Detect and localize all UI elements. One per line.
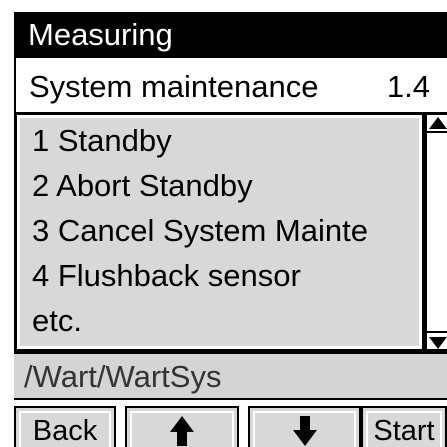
scroll-up-divider: [427, 131, 447, 133]
up-button[interactable]: [125, 406, 239, 447]
scrollbar[interactable]: [426, 115, 447, 349]
list-item-abort-standby[interactable]: 2 Abort Standby: [32, 167, 253, 205]
menu-path: /Wart/WartSys: [24, 359, 222, 394]
title-bar: Measuring: [14, 12, 447, 58]
menu-header: System maintenance 1.4: [14, 58, 447, 112]
arrow-down-icon: [292, 416, 317, 446]
softkey-bar: Back Start: [14, 398, 447, 447]
scroll-up-icon[interactable]: [429, 117, 447, 129]
screen-title: Measuring: [28, 17, 173, 52]
scroll-down-divider: [427, 331, 447, 333]
start-button[interactable]: Start: [361, 406, 447, 447]
menu-list-frame: 1 Standby 2 Abort Standby 3 Cancel Syste…: [17, 115, 422, 349]
back-button-label: Back: [32, 415, 98, 447]
back-button[interactable]: Back: [14, 406, 116, 447]
device-screen: Measuring System maintenance 1.4 1 Stand…: [0, 0, 447, 447]
list-item-flushback-sensor[interactable]: 4 Flushback sensor: [32, 257, 301, 295]
menu-list: 1 Standby 2 Abort Standby 3 Cancel Syste…: [20, 118, 419, 346]
down-button[interactable]: [248, 406, 361, 447]
path-bar: /Wart/WartSys: [14, 352, 447, 398]
list-item-etc: etc.: [32, 303, 82, 338]
scroll-down-icon[interactable]: [429, 337, 447, 349]
list-item-cancel-system-maintenance[interactable]: 3 Cancel System Mainte: [32, 212, 368, 250]
menu-number: 1.4: [386, 69, 430, 104]
list-item-standby[interactable]: 1 Standby: [32, 122, 172, 160]
start-button-label: Start: [373, 415, 435, 447]
arrow-up-icon: [170, 416, 194, 446]
menu-title: System maintenance: [29, 69, 319, 104]
menu-list-panel: 1 Standby 2 Abort Standby 3 Cancel Syste…: [14, 112, 447, 352]
